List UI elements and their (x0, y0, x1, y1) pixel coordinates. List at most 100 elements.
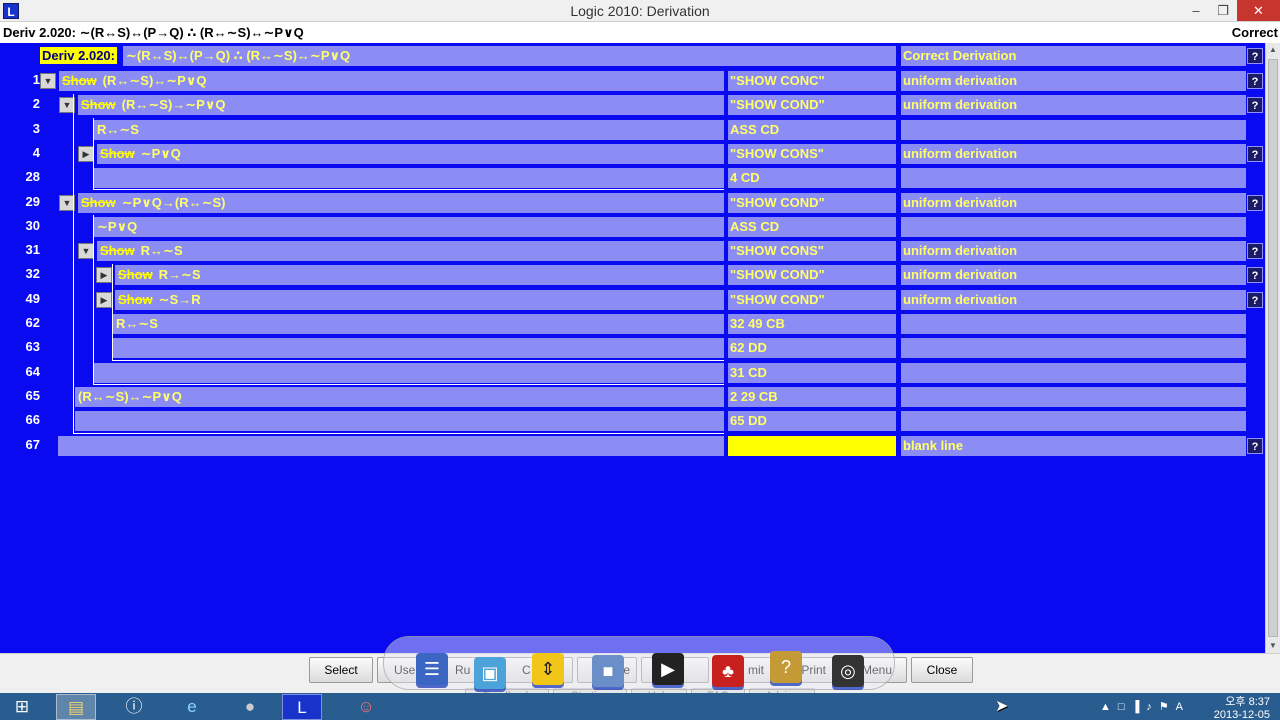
line-formula: R→∼S (158, 267, 201, 283)
line-formula-cell[interactable] (94, 168, 724, 189)
line-formula-cell[interactable]: Show ∼P∨Q→(R↔∼S) (78, 192, 724, 213)
derivation-status: Correct Derivation (901, 46, 1246, 66)
line-justification[interactable]: "SHOW COND" (728, 95, 896, 116)
line-formula-cell[interactable] (58, 435, 724, 456)
line-formula: R↔∼S (140, 243, 183, 259)
line-justification[interactable]: 4 CD (728, 168, 896, 189)
line-justification[interactable]: 2 29 CB (728, 386, 896, 407)
file-explorer-icon[interactable]: ▤ (56, 694, 96, 720)
line-justification[interactable]: 31 CD (728, 362, 896, 383)
derivation-line: 49 ▶ Show ∼S→R "SHOW COND" uniform derivation… (0, 289, 1265, 310)
line-help-button[interactable]: ? (1247, 291, 1263, 308)
show-keyword: Show (118, 291, 153, 307)
close-button[interactable]: Close (911, 657, 973, 683)
maximize-button[interactable]: ❐ (1210, 0, 1236, 21)
line-status: uniform derivation (901, 265, 1246, 286)
line-justification[interactable]: "SHOW CONC" (728, 71, 896, 91)
windows-taskbar: ⊞ ▤ ⓘ e ● L ☺ ▲□▐♪⚑A 오후 8:37 2013-12-05 (0, 693, 1280, 721)
line-formula-cell[interactable]: R↔∼S (94, 119, 724, 140)
line-justification[interactable]: "SHOW CONS" (728, 241, 896, 262)
settings-wheel-icon[interactable]: ◎ (832, 655, 864, 687)
expand-toggle-icon[interactable]: ▶ (96, 267, 112, 284)
derivation-header-problem: Deriv 2.020: ∼(R↔S)↔(P→Q) ∴ (R↔∼S)↔∼P∨Q (3, 25, 304, 40)
line-formula-cell[interactable]: Show (R↔∼S)→∼P∨Q (78, 95, 724, 116)
line-justification[interactable]: 65 DD (728, 411, 896, 432)
media-orb-icon[interactable]: ● (230, 694, 270, 720)
expand-toggle-icon[interactable]: ▶ (96, 291, 112, 308)
line-status (901, 314, 1246, 334)
derivation-formula: ∼(R↔S)↔(P→Q) ∴ (R↔∼S)↔∼P∨Q (123, 46, 896, 66)
line-formula-cell[interactable]: Show (R↔∼S)↔∼P∨Q (59, 71, 724, 91)
arrows-icon[interactable]: ⇕ (532, 653, 564, 685)
line-status: uniform derivation (901, 71, 1246, 91)
line-justification[interactable] (728, 435, 896, 456)
help-circle-icon[interactable]: ⓘ (114, 694, 154, 720)
line-help-button[interactable]: ? (1247, 267, 1263, 284)
select-button[interactable]: Select (309, 657, 373, 683)
screen-icon[interactable]: ■ (592, 655, 624, 687)
collapse-toggle-icon[interactable]: ▼ (78, 243, 94, 260)
derivation-line: 3 R↔∼S ASS CD (0, 119, 1265, 140)
show-keyword: Show (100, 145, 135, 161)
vertical-scrollbar[interactable]: ▲ ▼ (1265, 43, 1280, 653)
line-help-button[interactable]: ? (1247, 437, 1263, 454)
line-formula-cell[interactable]: R↔∼S (113, 314, 724, 334)
package-icon[interactable]: ▣ (474, 657, 506, 689)
scroll-up-icon[interactable]: ▲ (1266, 43, 1280, 57)
derivation-help-button[interactable]: ? (1247, 48, 1263, 64)
mouse-cursor-icon: ➤ (995, 698, 1009, 715)
line-formula-cell[interactable]: Show ∼P∨Q (97, 143, 724, 164)
line-formula-cell[interactable]: (R↔∼S)↔∼P∨Q (75, 386, 724, 407)
pdf-icon[interactable]: ♣ (712, 655, 744, 687)
scroll-down-icon[interactable]: ▼ (1266, 639, 1280, 653)
show-keyword: Show (62, 73, 97, 88)
line-number: 2 (32, 96, 40, 112)
close-window-button[interactable]: ✕ (1237, 0, 1280, 21)
line-help-button[interactable]: ? (1247, 97, 1263, 114)
show-keyword: Show (118, 267, 153, 283)
derivation-line: 4 ▶ Show ∼P∨Q "SHOW CONS" uniform derivation? (0, 143, 1265, 164)
line-status: uniform derivation (901, 192, 1246, 213)
derivation-header-status: Correct (1231, 25, 1278, 40)
line-number: 62 (25, 315, 40, 330)
launcher-dock: ☰ ▣ ⇕ ■ ▶ ♣ ? ◎ (383, 636, 895, 690)
line-justification[interactable]: "SHOW COND" (728, 289, 896, 310)
line-number: 4 (32, 144, 40, 160)
line-number: 29 (25, 193, 40, 209)
collapse-toggle-icon[interactable]: ▼ (59, 97, 75, 114)
logic-app-icon[interactable]: L (282, 694, 322, 720)
line-justification[interactable]: "SHOW COND" (728, 192, 896, 213)
line-formula-cell[interactable] (94, 362, 724, 383)
help-bell-icon[interactable]: ? (770, 651, 802, 683)
internet-explorer-icon[interactable]: e (172, 694, 212, 720)
expand-toggle-icon[interactable]: ▶ (78, 145, 94, 162)
line-formula-cell[interactable]: Show R↔∼S (97, 241, 724, 262)
taskbar-clock[interactable]: 오후 8:37 2013-12-05 (1190, 697, 1270, 721)
line-help-button[interactable]: ? (1247, 73, 1263, 89)
line-help-button[interactable]: ? (1247, 243, 1263, 260)
character-icon[interactable]: ☺ (346, 694, 386, 720)
line-formula-cell[interactable] (75, 411, 724, 432)
system-tray-icons[interactable]: ▲□▐♪⚑A (1100, 700, 1190, 713)
minimize-button[interactable]: – (1183, 0, 1209, 21)
line-justification[interactable]: "SHOW COND" (728, 265, 896, 286)
line-justification[interactable]: ASS CD (728, 119, 896, 140)
line-formula-cell[interactable]: ∼P∨Q (94, 216, 724, 237)
collapse-toggle-icon[interactable]: ▼ (40, 73, 56, 89)
scrollbar-thumb[interactable] (1268, 59, 1278, 637)
collapse-toggle-icon[interactable]: ▼ (59, 194, 75, 211)
line-formula-cell[interactable] (113, 338, 724, 359)
windows-start-icon[interactable]: ⊞ (2, 694, 42, 720)
line-formula-cell[interactable]: Show R→∼S (115, 265, 724, 286)
derivation-header-bar: Deriv 2.020: ∼(R↔S)↔(P→Q) ∴ (R↔∼S)↔∼P∨Q … (0, 22, 1280, 43)
line-justification[interactable]: 62 DD (728, 338, 896, 359)
line-help-button[interactable]: ? (1247, 145, 1263, 162)
video-icon[interactable]: ▶ (652, 653, 684, 685)
line-justification[interactable]: "SHOW CONS" (728, 143, 896, 164)
notebook-icon[interactable]: ☰ (416, 653, 448, 685)
line-justification[interactable]: 32 49 CB (728, 314, 896, 334)
line-formula-cell[interactable]: Show ∼S→R (115, 289, 724, 310)
line-status: uniform derivation (901, 143, 1246, 164)
line-help-button[interactable]: ? (1247, 194, 1263, 211)
line-justification[interactable]: ASS CD (728, 216, 896, 237)
